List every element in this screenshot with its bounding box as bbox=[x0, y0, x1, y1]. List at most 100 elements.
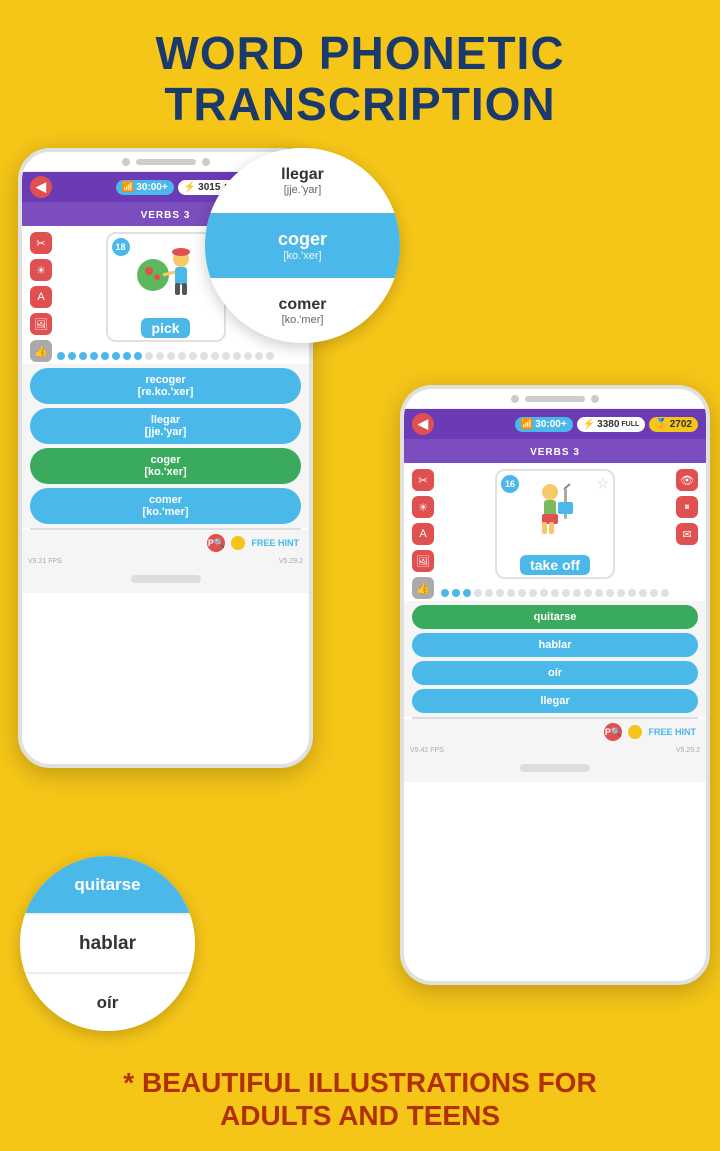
word-card-right: 16 ☆ bbox=[495, 469, 615, 579]
dot-empty-8 bbox=[222, 352, 230, 360]
hint-bar-left: P🔍 FREE HINT bbox=[22, 530, 309, 556]
answer-btn-r2[interactable]: hablar bbox=[412, 633, 698, 657]
left-side-icons: ✂ ☀ A 🖼 👍 bbox=[30, 232, 52, 362]
dot-r-empty-11 bbox=[584, 589, 592, 597]
dot-filled-3 bbox=[79, 352, 87, 360]
xp-value-right: 3380 bbox=[597, 419, 619, 430]
circle-callout-left: quitarse hablar oír bbox=[20, 856, 195, 1031]
answer-sub-4: [ko.'mer] bbox=[42, 506, 289, 518]
dot-r-empty-10 bbox=[573, 589, 581, 597]
answer-text-3: coger bbox=[42, 454, 289, 466]
phone-bottom-left bbox=[22, 567, 309, 593]
phone-notch-right bbox=[404, 389, 706, 409]
thumb-icon-right[interactable]: 👍 bbox=[412, 577, 434, 599]
notch-dot-r bbox=[511, 395, 519, 403]
card-badge-left: 18 bbox=[112, 238, 130, 256]
circle-coger-text: coger bbox=[278, 229, 327, 250]
answer-text-1: recoger bbox=[42, 374, 289, 386]
hint-badge-left: P🔍 bbox=[207, 534, 225, 552]
time-value-right: 30:00+ bbox=[535, 419, 566, 430]
circle-coger-sub: [ko.'xer] bbox=[283, 250, 321, 262]
home-button-right[interactable] bbox=[520, 764, 590, 772]
hint-badge-right: P🔍 bbox=[604, 723, 622, 741]
dot-r-empty-1 bbox=[474, 589, 482, 597]
image-icon-left[interactable]: 🖼 bbox=[30, 313, 52, 335]
answer-btn-r3[interactable]: oír bbox=[412, 661, 698, 685]
card-area-right: ✂ ☀ A 🖼 👍 16 ☆ bbox=[404, 463, 706, 585]
section-label-left: VERBS 3 bbox=[141, 210, 191, 221]
dot-empty-1 bbox=[145, 352, 153, 360]
dot-r-filled-1 bbox=[441, 589, 449, 597]
answer-btn-3-correct[interactable]: coger [ko.'xer] bbox=[30, 448, 301, 484]
xp-label-right: FULL bbox=[621, 421, 639, 428]
dot-r-empty-6 bbox=[529, 589, 537, 597]
hint-text-left[interactable]: FREE HINT bbox=[251, 538, 299, 548]
version-right: V5.29.2 bbox=[676, 747, 700, 754]
answers-right: quitarse hablar oír llegar bbox=[404, 601, 706, 717]
fps-left: V9.21 FPS bbox=[28, 558, 62, 565]
scissors-icon-left[interactable]: ✂ bbox=[30, 232, 52, 254]
dot-empty-5 bbox=[189, 352, 197, 360]
hint-text-right[interactable]: FREE HINT bbox=[648, 727, 696, 737]
back-button-left[interactable]: ◀ bbox=[30, 176, 52, 198]
lightning-icon-left: ⚡ bbox=[184, 182, 196, 193]
dot-r-empty-17 bbox=[650, 589, 658, 597]
dot-empty-3 bbox=[167, 352, 175, 360]
answer-btn-1[interactable]: recoger [re.ko.'xer] bbox=[30, 368, 301, 404]
time-stat-right: 📶 30:00+ bbox=[515, 417, 573, 432]
sun-icon-left[interactable]: ☀ bbox=[30, 259, 52, 281]
dot-r-empty-3 bbox=[496, 589, 504, 597]
card-illustration-left bbox=[131, 237, 201, 314]
card-illustration-right bbox=[520, 474, 590, 551]
progress-dots-left bbox=[22, 348, 309, 364]
fps-right: V9.42 FPS bbox=[410, 747, 444, 754]
dot-r-empty-2 bbox=[485, 589, 493, 597]
header-title: WORD PHONETIC TRANSCRIPTION bbox=[0, 0, 720, 129]
thumb-icon-left[interactable]: 👍 bbox=[30, 340, 52, 362]
answer-sub-2: [jje.'yar] bbox=[42, 426, 289, 438]
answer-btn-r1-correct[interactable]: quitarse bbox=[412, 605, 698, 629]
image-icon-right[interactable]: 🖼 bbox=[412, 550, 434, 572]
eye-icon-right[interactable]: 👁 bbox=[676, 469, 698, 491]
hint-coin-left bbox=[231, 536, 245, 550]
title-line2: TRANSCRIPTION bbox=[0, 79, 720, 130]
answer-btn-2[interactable]: llegar [jje.'yar] bbox=[30, 408, 301, 444]
dot-r-empty-4 bbox=[507, 589, 515, 597]
answer-text-2: llegar bbox=[42, 414, 289, 426]
footer-line2: ADULTS AND TEENS bbox=[0, 1099, 720, 1133]
dot-filled-7 bbox=[123, 352, 131, 360]
hint-bar-right: P🔍 FREE HINT bbox=[404, 719, 706, 745]
back-button-right[interactable]: ◀ bbox=[412, 413, 434, 435]
dot-empty-6 bbox=[200, 352, 208, 360]
answer-btn-4[interactable]: comer [ko.'mer] bbox=[30, 488, 301, 524]
dot-r-empty-13 bbox=[606, 589, 614, 597]
answer-text-r4: llegar bbox=[424, 695, 686, 707]
answer-text-r3: oír bbox=[424, 667, 686, 679]
card-word-left: pick bbox=[141, 318, 189, 338]
right-side-icons-right: 👁 ⏸ ✉ bbox=[676, 469, 698, 545]
circle-oir-text: oír bbox=[97, 993, 119, 1013]
footer: * BEAUTIFUL ILLUSTRATIONS FOR ADULTS AND… bbox=[0, 1066, 720, 1133]
scissors-icon-right[interactable]: ✂ bbox=[412, 469, 434, 491]
fps-bar-left: V9.21 FPS V5.29.2 bbox=[22, 556, 309, 567]
pause-icon-right[interactable]: ⏸ bbox=[676, 496, 698, 518]
circle-item-quitarse: quitarse bbox=[20, 856, 195, 913]
progress-dots-right bbox=[404, 585, 706, 601]
wifi-icon-right: 📶 bbox=[521, 419, 533, 430]
dot-r-filled-3 bbox=[463, 589, 471, 597]
sun-icon-right[interactable]: ☀ bbox=[412, 496, 434, 518]
home-button-left[interactable] bbox=[131, 575, 201, 583]
star-icon-right[interactable]: ☆ bbox=[596, 475, 609, 492]
circle-comer-sub: [ko.'mer] bbox=[282, 314, 324, 326]
font-icon-right[interactable]: A bbox=[412, 523, 434, 545]
dot-r-empty-9 bbox=[562, 589, 570, 597]
answer-btn-r4[interactable]: llegar bbox=[412, 689, 698, 713]
time-value: 30:00+ bbox=[136, 182, 167, 193]
version-left: V5.29.2 bbox=[279, 558, 303, 565]
mail-icon-right[interactable]: ✉ bbox=[676, 523, 698, 545]
dot-r-empty-12 bbox=[595, 589, 603, 597]
font-icon-left[interactable]: A bbox=[30, 286, 52, 308]
header: WORD PHONETIC TRANSCRIPTION bbox=[0, 0, 720, 129]
notch-line bbox=[136, 159, 196, 165]
dot-filled-2 bbox=[68, 352, 76, 360]
